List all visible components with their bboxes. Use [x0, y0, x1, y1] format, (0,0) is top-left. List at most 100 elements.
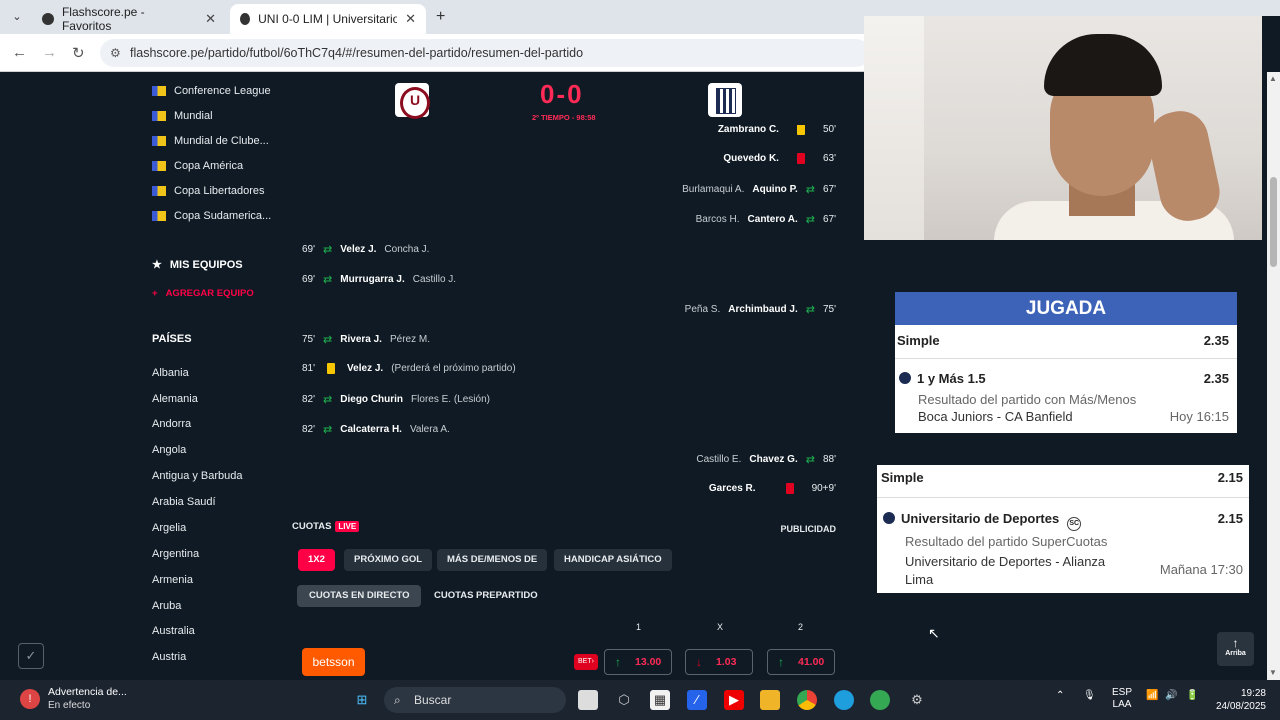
event-minute: 88'	[822, 454, 836, 465]
background-shelf	[864, 16, 924, 240]
file-explorer-icon[interactable]	[760, 690, 780, 710]
universitario-logo-icon[interactable]	[395, 83, 430, 119]
arrow-up-icon: ↑	[1232, 636, 1239, 650]
close-tab-icon[interactable]: ✕	[205, 11, 216, 27]
scroll-down-icon[interactable]: ▼	[1269, 668, 1277, 677]
tab-match[interactable]: UNI 0-0 LIM | Universitario - Ali ✕	[230, 4, 426, 34]
alianza-lima-logo-icon[interactable]	[708, 83, 742, 117]
search-icon: ⌕	[394, 693, 401, 707]
betsson-logo[interactable]: betsson	[302, 648, 365, 676]
site-info-icon[interactable]: ⚙	[110, 39, 121, 67]
sidebar-item-country[interactable]: Albania	[152, 367, 189, 379]
taskbar-search[interactable]: ⌕ Buscar	[384, 687, 566, 713]
sidebar-item-country[interactable]: Aruba	[152, 600, 181, 612]
sidebar-item-competition[interactable]: Mundial	[152, 110, 213, 122]
odd-home-button[interactable]: ↑ 13.00	[604, 649, 672, 675]
back-to-top-button[interactable]: ↑ Arriba	[1217, 632, 1254, 666]
countries-heading: PAÍSES	[152, 333, 192, 345]
new-tab-icon[interactable]: +	[436, 8, 445, 26]
edge-icon[interactable]	[834, 690, 854, 710]
bet-selection-odd: 2.35	[1203, 371, 1229, 386]
close-tab-icon[interactable]: ✕	[405, 11, 416, 27]
wifi-icon[interactable]: 📶	[1146, 690, 1158, 701]
reload-icon[interactable]: ↻	[72, 44, 85, 62]
event-minute: 75'	[822, 304, 836, 315]
store-icon[interactable]: ▦	[650, 690, 670, 710]
substitution-icon: ⇄	[805, 184, 815, 196]
lang-code: ESP	[1112, 687, 1133, 698]
sidebar-item-country[interactable]: Armenia	[152, 574, 193, 586]
sidebar-item-country[interactable]: Arabia Saudí	[152, 496, 216, 508]
tray-chevron-up-icon[interactable]: ⌃	[1056, 690, 1064, 701]
event-minute: 67'	[822, 184, 836, 195]
back-to-top-label: Arriba	[1225, 650, 1246, 657]
substitution-icon: ⇄	[323, 424, 333, 436]
tab-next-goal[interactable]: PRÓXIMO GOL	[344, 549, 433, 571]
event-sub-player: Pérez M.	[389, 334, 430, 345]
event-row: Quevedo K. 63'	[723, 153, 836, 164]
sidebar-item-country[interactable]: Andorra	[152, 418, 191, 430]
scrollbar-thumb[interactable]	[1270, 177, 1277, 267]
page-scrollbar[interactable]: ▲ ▼	[1267, 72, 1280, 680]
bet-badge[interactable]: BET›	[574, 654, 598, 670]
sidebar-item-competition[interactable]: Conference League	[152, 85, 271, 97]
sidebar-item-country[interactable]: Angola	[152, 444, 186, 456]
youtube-icon[interactable]: ▶	[724, 690, 744, 710]
chrome-icon[interactable]	[797, 690, 817, 710]
sidebar-item-competition[interactable]: Mundial de Clube...	[152, 135, 269, 147]
volume-icon[interactable]: 🔊	[1165, 690, 1177, 701]
url-field[interactable]: ⚙ flashscore.pe/partido/futbol/6oThC7q4/…	[100, 39, 870, 67]
tab-prematch-odds[interactable]: CUOTAS PREPARTIDO	[422, 585, 550, 607]
world-flag-icon	[152, 161, 166, 171]
odd-away-button[interactable]: ↑ 41.00	[767, 649, 835, 675]
chrome-profile-icon[interactable]	[870, 690, 890, 710]
sidebar-item-country[interactable]: Australia	[152, 625, 195, 637]
sidebar-item-competition[interactable]: Copa América	[152, 160, 243, 172]
battery-icon[interactable]: 🔋	[1186, 690, 1198, 701]
windows-start-icon[interactable]: ⊞	[352, 690, 372, 710]
task-view-icon[interactable]	[578, 690, 598, 710]
warning-subtitle: En efecto	[48, 700, 91, 711]
tab-over-under[interactable]: MÁS DE/MENOS DE	[437, 549, 548, 571]
add-team-link[interactable]: + AGREGAR EQUIPO	[152, 288, 254, 299]
score-header: 0-0 2º TIEMPO - 98:58	[282, 73, 864, 125]
language-indicator[interactable]: ESP LAA	[1112, 687, 1132, 711]
event-minute: 63'	[822, 153, 836, 164]
sidebar-item-country[interactable]: Austria	[152, 651, 186, 663]
tab-live-odds[interactable]: CUOTAS EN DIRECTO	[297, 585, 422, 607]
warning-title: Advertencia de...	[48, 686, 127, 698]
substitution-icon: ⇄	[323, 274, 333, 286]
shield-check-icon[interactable]: ✓	[18, 643, 44, 669]
forward-icon[interactable]: →	[42, 44, 57, 61]
editor-icon[interactable]: ∕	[687, 690, 707, 710]
warning-notification[interactable]: ! Advertencia de... En efecto	[20, 686, 127, 712]
odd-draw-button[interactable]: ↓ 1.03	[685, 649, 753, 675]
tab-1x2[interactable]: 1X2	[298, 549, 335, 571]
red-card-icon	[785, 483, 794, 494]
competition-label: Conference League	[174, 85, 271, 97]
sidebar-item-competition[interactable]: Copa Sudamerica...	[152, 210, 271, 222]
event-player: Murrugarra J.	[340, 274, 405, 285]
score: 0-0	[540, 79, 584, 109]
event-player: Diego Churin	[340, 394, 404, 405]
tab-search-icon[interactable]: ⌄	[8, 8, 26, 26]
sidebar-item-country[interactable]: Antigua y Barbuda	[152, 470, 243, 482]
sidebar: Conference League Mundial Mundial de Clu…	[0, 73, 280, 680]
back-icon[interactable]: ←	[12, 44, 27, 61]
sidebar-item-competition[interactable]: Copa Libertadores	[152, 185, 265, 197]
tab-favoritos[interactable]: Flashscore.pe - Favoritos ✕	[32, 4, 226, 34]
webcam-feed	[864, 16, 1262, 240]
sidebar-item-country[interactable]: Argentina	[152, 548, 199, 560]
competition-label: Copa América	[174, 160, 244, 172]
event-minute: 50'	[822, 124, 836, 135]
sidebar-item-country[interactable]: Argelia	[152, 522, 186, 534]
event-minute: 75'	[302, 334, 316, 345]
bet-selection-label: 1 y Más 1.5	[917, 371, 986, 386]
app-icon[interactable]: ⬡	[614, 690, 634, 710]
settings-gear-icon[interactable]: ⚙	[907, 690, 927, 710]
microphone-icon[interactable]: 🎙	[1083, 690, 1096, 701]
sidebar-item-country[interactable]: Alemania	[152, 393, 198, 405]
tab-asian-handicap[interactable]: HANDICAP ASIÁTICO	[554, 549, 672, 571]
clock[interactable]: 19:28 24/08/2025	[1210, 687, 1266, 713]
scroll-up-icon[interactable]: ▲	[1269, 74, 1277, 83]
